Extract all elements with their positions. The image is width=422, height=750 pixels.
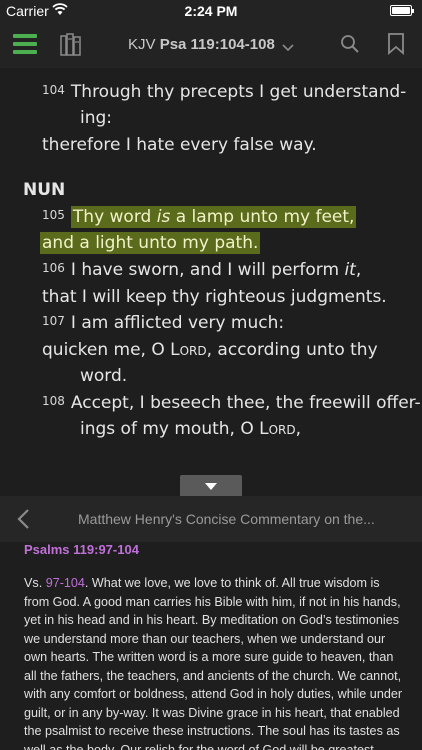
verse-number: 105 [42,208,65,222]
verse-number: 106 [42,261,65,275]
verse-105-line-2[interactable]: and a light unto my path. [40,232,261,254]
highlighted-text: and a light unto my path. [40,232,261,254]
verse-link[interactable]: 97-104 [46,576,85,590]
bookmark-icon[interactable] [387,33,405,60]
section-heading: NUN [23,180,66,200]
verse-104-line-2: ing: [80,108,113,128]
verse-107-line-1: 107 I am afflicted very much: [42,313,285,333]
commentary-text: Vs. 97-104. What we love, we love to thi… [24,576,403,750]
verse-105-line-1[interactable]: 105 Thy word is a lamp unto my feet, [42,206,357,228]
verse-number: 107 [42,314,65,328]
library-icon[interactable] [60,33,82,62]
version-label: KJV [128,36,156,53]
commentary-header: Matthew Henry's Concise Commentary on th… [0,496,422,542]
commentary-reference[interactable]: Psalms 119:97-104 [24,542,139,557]
collapse-commentary-button[interactable] [180,475,242,497]
triangle-down-icon [205,483,217,490]
verse-number: 108 [42,394,65,408]
menu-icon[interactable] [13,34,37,56]
search-icon[interactable] [340,34,360,59]
reference-label: Psa 119:104-108 [159,36,275,53]
status-bar: Carrier 2:24 PM [0,0,422,22]
verse-107-line-3: word. [80,366,128,386]
verse-107-line-2: quicken me, O Lord, according unto thy [42,340,378,360]
commentary-pane: Matthew Henry's Concise Commentary on th… [0,496,422,750]
verse-104-line-3: therefore I hate every false way. [42,135,317,155]
highlighted-text: Thy word is a lamp unto my feet, [70,206,357,228]
verse-108-line-1: 108 Accept, I beseech thee, the freewill … [42,393,421,413]
top-toolbar: KJV Psa 119:104-108 [0,22,422,69]
scripture-pane[interactable]: 104 Through thy precepts I get understand… [0,68,422,496]
chevron-left-icon[interactable] [16,508,30,535]
verse-106-line-2: that I will keep thy righteous judgments… [42,287,387,307]
verse-number: 104 [42,83,65,97]
battery-icon [390,5,414,16]
passage-selector[interactable]: KJV Psa 119:104-108 [128,36,275,53]
commentary-body[interactable]: Psalms 119:97-104 Vs. 97-104. What we lo… [0,542,422,750]
clock: 2:24 PM [184,3,238,19]
chevron-down-icon[interactable] [282,39,294,57]
verse-104-line-1: 104 Through thy precepts I get understand… [42,82,407,102]
commentary-title[interactable]: Matthew Henry's Concise Commentary on th… [78,511,408,527]
verse-106-line-1: 106 I have sworn, and I will perform it, [42,260,362,280]
verse-108-line-2: ings of my mouth, O Lord, [80,419,302,439]
